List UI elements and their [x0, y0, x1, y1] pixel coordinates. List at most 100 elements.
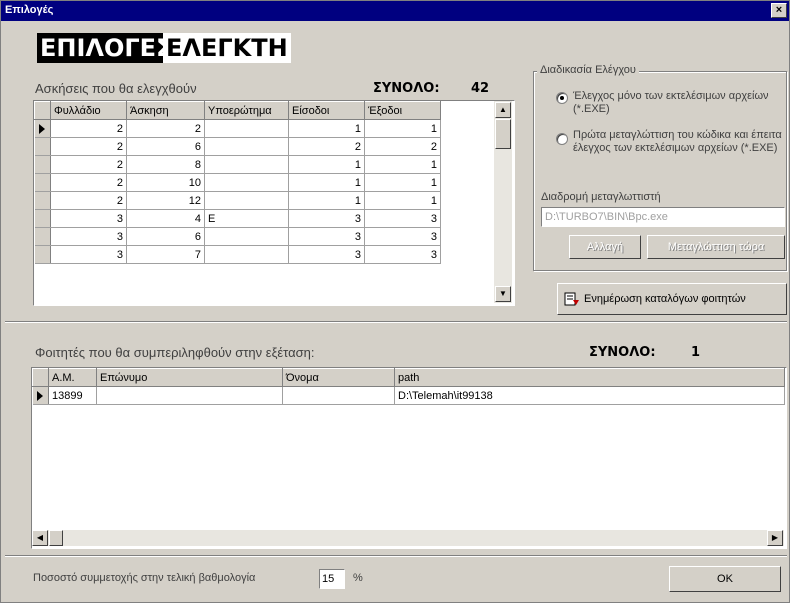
table-cell[interactable]: 10	[126, 173, 205, 192]
scroll-left-button[interactable]: ◀	[32, 530, 48, 546]
column-header[interactable]: Υποερώτημα	[204, 101, 289, 120]
table-cell[interactable]: 12	[126, 191, 205, 210]
column-header[interactable]: Είσοδοι	[288, 101, 365, 120]
students-total-value: 1	[691, 345, 701, 360]
column-header[interactable]: path	[394, 368, 785, 387]
table-cell[interactable]	[204, 227, 289, 246]
exercises-heading: Ασκήσεις που θα ελεγχθούν	[35, 81, 197, 96]
table-row[interactable]: 2 10 1 1	[34, 173, 441, 192]
students-grid[interactable]: Α.Μ. Επώνυμο Όνομα path 13899 D:\Telemah…	[31, 367, 787, 549]
table-row[interactable]: 2 8 1 1	[34, 155, 441, 174]
table-cell[interactable]: 7	[126, 245, 205, 264]
table-cell[interactable]: 3	[288, 227, 365, 246]
compiler-path-input[interactable]: D:\TURBO7\BIN\Bpc.exe	[541, 207, 785, 227]
table-row[interactable]: 13899 D:\Telemah\it99138	[32, 386, 785, 405]
table-cell[interactable]: 3	[50, 209, 127, 228]
table-cell[interactable]	[204, 191, 289, 210]
table-cell[interactable]: 1	[288, 119, 365, 138]
arrow-up-icon: ▲	[499, 105, 507, 114]
scroll-thumb[interactable]	[49, 530, 63, 546]
table-cell[interactable]: 1	[364, 173, 441, 192]
table-cell[interactable]: 6	[126, 227, 205, 246]
table-cell[interactable]: 2	[126, 119, 205, 138]
table-cell[interactable]: 3	[50, 227, 127, 246]
table-cell[interactable]: 3	[288, 245, 365, 264]
table-cell[interactable]	[96, 386, 283, 405]
participation-percent-label: Ποσοστό συμμετοχής στην τελική βαθμολογί…	[33, 572, 256, 584]
close-button[interactable]: ×	[771, 3, 787, 18]
column-header[interactable]: Α.Μ.	[48, 368, 97, 387]
table-cell[interactable]: 2	[288, 137, 365, 156]
table-cell[interactable]: 1	[364, 191, 441, 210]
column-header[interactable]: Άσκηση	[126, 101, 205, 120]
arrow-left-icon: ◀	[36, 533, 44, 542]
table-cell[interactable]: 13899	[48, 386, 97, 405]
table-row[interactable]: 3 6 3 3	[34, 227, 441, 246]
scroll-thumb[interactable]	[495, 119, 511, 149]
table-cell[interactable]: 3	[364, 209, 441, 228]
students-horizontal-scrollbar[interactable]: ◀ ▶	[32, 530, 784, 546]
scroll-right-button[interactable]: ▶	[767, 530, 783, 546]
ok-button[interactable]: OK	[669, 566, 781, 592]
students-total-label: ΣΥΝΟΛΟ:	[589, 345, 656, 360]
table-row[interactable]: 2 6 2 2	[34, 137, 441, 156]
table-cell[interactable]: 2	[50, 191, 127, 210]
table-row[interactable]: 3 7 3 3	[34, 245, 441, 264]
table-cell[interactable]: 3	[364, 245, 441, 264]
table-cell[interactable]: 1	[288, 173, 365, 192]
window-title: Επιλογές	[5, 4, 54, 16]
row-indicator	[34, 137, 51, 156]
table-cell[interactable]: 2	[364, 137, 441, 156]
column-header[interactable]: Φυλλάδιο	[50, 101, 127, 120]
title-bar: Επιλογές ×	[1, 1, 789, 21]
table-cell[interactable]	[204, 245, 289, 264]
table-cell[interactable]	[204, 119, 289, 138]
table-cell[interactable]	[204, 155, 289, 174]
update-student-lists-button[interactable]: Ενημέρωση καταλόγων φοιτητών	[557, 283, 787, 315]
options-window: Επιλογές × ΕΠΙΛΟΓΕΣ ΕΛΕΓΚΤΗ Ασκήσεις που…	[0, 0, 790, 603]
exercises-vertical-scrollbar[interactable]: ▲ ▼	[494, 101, 512, 303]
table-cell[interactable]: 2	[50, 119, 127, 138]
table-cell[interactable]: 1	[364, 155, 441, 174]
table-cell[interactable]: 3	[288, 209, 365, 228]
table-cell[interactable]: 2	[50, 155, 127, 174]
radio-exe-only-label[interactable]: Έλεγχος μόνο των εκτελέσιμων αρχείων (*.…	[573, 90, 781, 116]
column-header[interactable]: Έξοδοι	[364, 101, 441, 120]
radio-compile-first[interactable]	[556, 133, 568, 145]
current-row-arrow-icon	[36, 391, 43, 401]
table-row[interactable]: 3 4 Ε 3 3	[34, 209, 441, 228]
table-cell[interactable]: 1	[288, 155, 365, 174]
current-row-arrow-icon	[38, 124, 45, 134]
table-cell[interactable]: 4	[126, 209, 205, 228]
table-cell[interactable]: Ε	[204, 209, 289, 228]
table-row[interactable]: 2 2 1 1	[34, 119, 441, 138]
table-cell[interactable]: 3	[364, 227, 441, 246]
scroll-down-button[interactable]: ▼	[495, 286, 511, 302]
column-header[interactable]: Όνομα	[282, 368, 395, 387]
participation-percent-input[interactable]: 15	[319, 569, 345, 589]
row-indicator	[34, 119, 51, 138]
radio-compile-first-label[interactable]: Πρώτα μεταγλώττιση του κώδικα και έπειτα…	[573, 129, 785, 155]
table-cell[interactable]	[204, 173, 289, 192]
compile-now-button[interactable]: Μεταγλώττιση τώρα	[647, 235, 785, 259]
radio-exe-only[interactable]	[556, 92, 568, 104]
exercises-total-label: ΣΥΝΟΛΟ:	[373, 81, 440, 96]
table-cell[interactable]: 3	[50, 245, 127, 264]
banner-part-1: ΕΠΙΛΟΓΕΣ	[37, 33, 176, 63]
column-header[interactable]: Επώνυμο	[96, 368, 283, 387]
table-cell[interactable]: 2	[50, 137, 127, 156]
table-cell[interactable]: 1	[288, 191, 365, 210]
change-path-button[interactable]: Αλλαγή	[569, 235, 641, 259]
table-cell[interactable]: 1	[364, 119, 441, 138]
table-row[interactable]: 2 12 1 1	[34, 191, 441, 210]
table-cell[interactable]: D:\Telemah\it99138	[394, 386, 785, 405]
scroll-up-button[interactable]: ▲	[495, 102, 511, 118]
table-cell[interactable]: 6	[126, 137, 205, 156]
row-indicator	[34, 173, 51, 192]
table-cell[interactable]: 8	[126, 155, 205, 174]
banner-part-2: ΕΛΕΓΚΤΗ	[163, 33, 291, 63]
table-cell[interactable]	[204, 137, 289, 156]
exercises-grid[interactable]: Φυλλάδιο Άσκηση Υποερώτημα Είσοδοι Έξοδο…	[33, 100, 515, 306]
table-cell[interactable]: 2	[50, 173, 127, 192]
table-cell[interactable]	[282, 386, 395, 405]
